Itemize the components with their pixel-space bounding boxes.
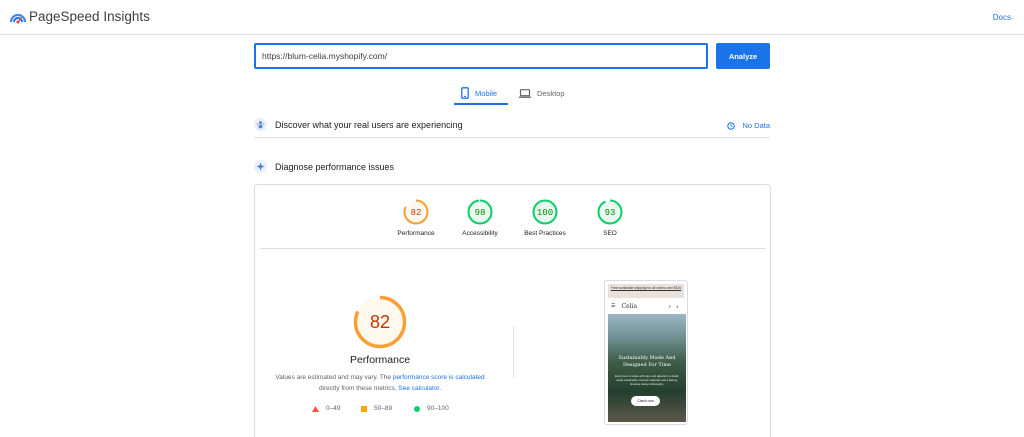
analyze-button[interactable]: Analyze	[716, 43, 770, 69]
tab-desktop-label: Desktop	[537, 88, 565, 98]
diagnose-title: Diagnose performance issues	[275, 162, 395, 172]
gauge-performance-ring: 82	[403, 199, 429, 225]
tab-mobile-label: Mobile	[475, 88, 498, 98]
gauge-accessibility[interactable]: 98 Accessibility	[445, 199, 515, 237]
desc-prefix: Values are estimated and may vary. The	[275, 374, 393, 381]
gauge-accessibility-ring: 98	[467, 199, 493, 225]
gauge-seo-value: 93	[605, 208, 616, 218]
screenshot-cta: Check now	[631, 396, 660, 406]
gauge-best-practices-value: 100	[537, 208, 553, 218]
gauge-best-practices[interactable]: 100 Best Practices	[510, 199, 580, 237]
gauge-performance-value: 82	[411, 208, 422, 218]
screenshot-hero: Sustainably Made And Designed For Time E…	[608, 314, 686, 422]
legend-pass-label: 90–100	[427, 405, 449, 412]
vertical-divider	[513, 325, 514, 379]
app-title[interactable]: PageSpeed Insights	[29, 9, 150, 24]
report-card: 82 Performance 98 Accessibility 100 Best…	[254, 184, 771, 437]
laptop-icon	[519, 88, 531, 98]
screenshot-banner: Free worldwide shipping for all orders o…	[608, 284, 684, 298]
top-bar: PageSpeed Insights Docs	[0, 0, 1024, 35]
search-cart-icons: ⌕ ◐	[668, 303, 681, 309]
gauge-seo[interactable]: 93 SEO	[575, 199, 645, 237]
gauge-accessibility-value: 98	[475, 208, 486, 218]
desc-middle: directly from these metrics.	[318, 385, 399, 392]
real-users-title: Discover what your real users are experi…	[275, 120, 463, 130]
gauge-seo-ring: 93	[597, 199, 623, 225]
no-data-label: No Data	[742, 121, 770, 130]
page-screenshot: Free worldwide shipping for all orders o…	[604, 280, 688, 425]
legend-fail-label: 0–49	[326, 405, 341, 412]
legend-pass: 90–100	[414, 405, 449, 412]
gauge-seo-label: SEO	[603, 230, 617, 237]
no-data-status: No Data	[727, 121, 770, 130]
score-calculated-link[interactable]: performance score is calculated	[393, 374, 485, 381]
url-input[interactable]	[254, 43, 708, 69]
card-divider	[260, 248, 766, 249]
gauge-performance-label: Performance	[397, 230, 435, 237]
performance-big-gauge: 82	[353, 295, 407, 349]
docs-link[interactable]: Docs	[993, 13, 1011, 22]
real-users-section[interactable]: Discover what your real users are experi…	[254, 112, 770, 138]
performance-big-value: 82	[370, 312, 390, 332]
see-calculator-link[interactable]: See calculator.	[398, 385, 441, 392]
active-tab-indicator	[454, 103, 508, 105]
legend-fail: 0–49	[312, 405, 340, 412]
tab-mobile[interactable]: Mobile	[461, 83, 497, 103]
menu-icon: ☰	[611, 303, 616, 309]
smartphone-icon	[461, 87, 469, 99]
users-icon	[254, 118, 267, 131]
timer-icon	[727, 121, 736, 130]
diagnose-section: Diagnose performance issues	[254, 154, 770, 180]
screenshot-hero-title: Sustainably Made And Designed For Time	[618, 355, 676, 368]
legend-average-label: 50–89	[374, 405, 393, 412]
gauge-performance[interactable]: 82 Performance	[381, 199, 451, 237]
screenshot-nav: ☰ Celia ⌕ ◐	[608, 299, 684, 313]
performance-description: Values are estimated and may vary. The p…	[273, 372, 487, 394]
performance-heading: Performance	[349, 354, 411, 366]
circle-icon	[414, 405, 420, 412]
screenshot-brand: Celia	[621, 302, 638, 310]
gauge-best-practices-label: Best Practices	[524, 230, 566, 237]
lighthouse-icon	[254, 160, 267, 173]
legend-average: 50–89	[361, 405, 392, 412]
square-icon	[361, 405, 367, 412]
gauge-accessibility-label: Accessibility	[462, 230, 498, 237]
tab-desktop[interactable]: Desktop	[519, 83, 565, 103]
screenshot-hero-body: Every item is made with care and attenti…	[614, 374, 680, 386]
triangle-icon	[312, 405, 319, 412]
gauge-best-practices-ring: 100	[532, 199, 558, 225]
pagespeed-logo-icon[interactable]	[10, 9, 26, 25]
